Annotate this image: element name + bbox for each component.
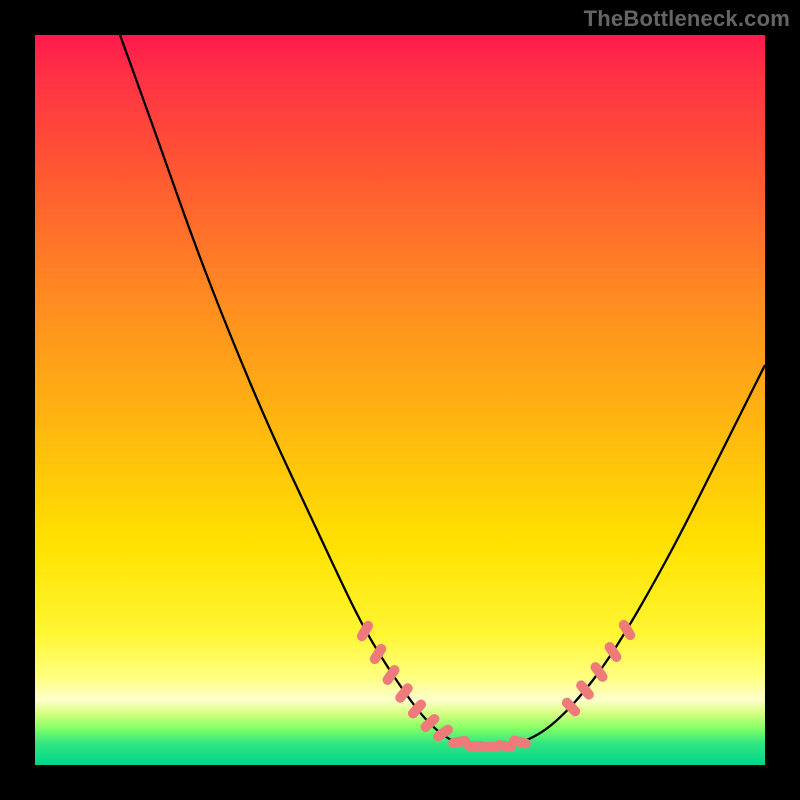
curve-marker bbox=[617, 618, 637, 642]
watermark-text: TheBottleneck.com bbox=[584, 6, 790, 32]
bottleneck-plot bbox=[35, 35, 765, 765]
chart-area bbox=[35, 35, 765, 765]
bottleneck-curve bbox=[120, 35, 765, 747]
